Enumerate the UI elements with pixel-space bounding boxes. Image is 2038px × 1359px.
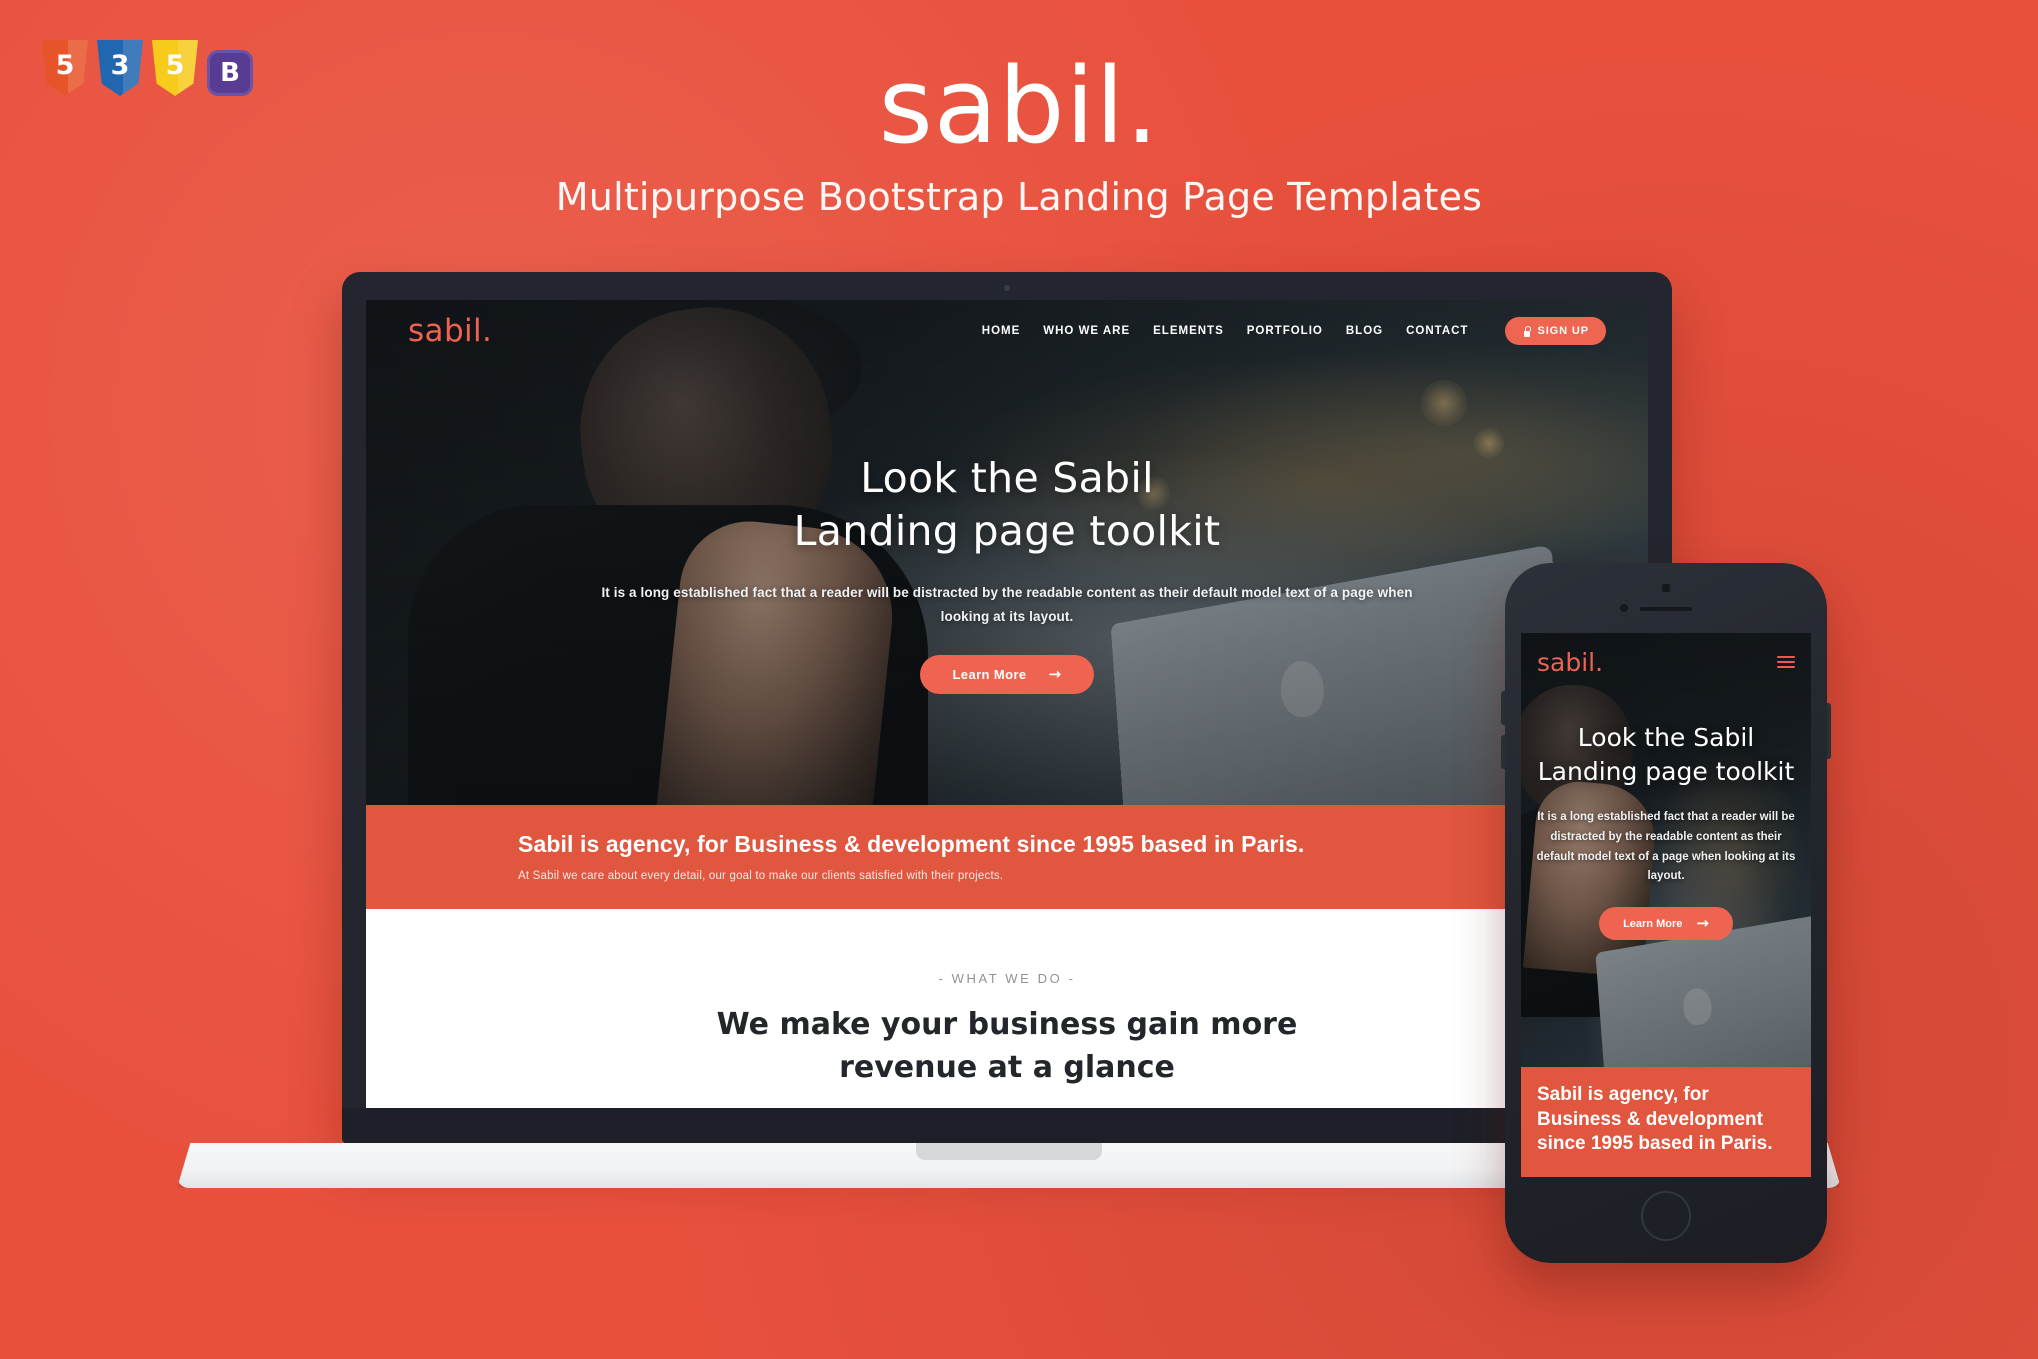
page-subtitle: Multipurpose Bootstrap Landing Page Temp… [555,175,1483,220]
hero-paragraph: It is a long established fact that a rea… [601,584,1413,624]
mobile-hero-heading-line1: Look the Sabil [1577,723,1755,752]
what-we-do-heading: We make your business gain more revenue … [366,1004,1648,1089]
laptop-base-notch [916,1143,1102,1160]
desktop-hero-copy: Look the Sabil Landing page toolkit It i… [366,452,1648,695]
arrow-right-icon: → [1048,665,1062,684]
phone-sensor-icon [1662,584,1670,592]
mobile-hero-section: sabil. Look the Sabil Landing page toolk… [1521,633,1811,1177]
mobile-hero-heading: Look the Sabil Landing page toolkit [1533,721,1799,788]
phone-home-button[interactable] [1641,1191,1691,1241]
mobile-band-title: Sabil is agency, for Business & developm… [1537,1083,1773,1155]
desktop-agency-band: Sabil is agency, for Business & developm… [366,805,1648,909]
phone-power-button[interactable] [1827,703,1831,759]
desktop-nav-links: HOME WHO WE ARE ELEMENTS PORTFOLIO BLOG … [982,317,1606,345]
site-logo[interactable]: sabil. [408,313,492,349]
page-title: sabil. [878,45,1160,167]
nav-item-portfolio[interactable]: PORTFOLIO [1247,325,1323,337]
page-header: sabil. Multipurpose Bootstrap Landing Pa… [0,45,2038,220]
hero-heading-line1: Look the Sabil [860,454,1154,502]
desktop-what-we-do-section: - WHAT WE DO - We make your business gai… [366,909,1648,1108]
mobile-site-logo[interactable]: sabil. [1537,648,1603,677]
phone-volume-down-button[interactable] [1501,735,1505,769]
band-subtitle: At Sabil we care about every detail, our… [518,870,1004,882]
phone-screen: sabil. Look the Sabil Landing page toolk… [1521,633,1811,1177]
phone-mockup: sabil. Look the Sabil Landing page toolk… [1501,563,1831,1263]
band-title: Sabil is agency, for Business & developm… [518,831,1305,857]
arrow-right-icon: → [1696,914,1709,933]
hero-heading: Look the Sabil Landing page toolkit [596,452,1418,559]
laptop-mockup: sabil. HOME WHO WE ARE ELEMENTS PORTFOLI… [177,272,1841,1188]
laptop-webcam-icon [1004,285,1010,291]
nav-item-blog[interactable]: BLOG [1346,325,1383,337]
what-we-do-eyebrow: - WHAT WE DO - [938,971,1076,986]
sign-up-button[interactable]: SIGN UP [1505,317,1606,345]
phone-volume-up-button[interactable] [1501,691,1505,725]
mobile-navbar: sabil. [1521,633,1811,691]
learn-more-button[interactable]: Learn More → [920,655,1094,695]
what-we-do-heading-line1: We make your business gain more [716,1007,1298,1042]
desktop-hero-section: sabil. HOME WHO WE ARE ELEMENTS PORTFOLI… [366,300,1648,805]
nav-item-who-we-are[interactable]: WHO WE ARE [1043,325,1130,337]
desktop-navbar: sabil. HOME WHO WE ARE ELEMENTS PORTFOLI… [366,300,1648,362]
mobile-agency-band: Sabil is agency, for Business & developm… [1521,1066,1811,1177]
hamburger-menu-icon[interactable] [1777,656,1795,668]
lock-icon [1522,326,1531,337]
mobile-learn-more-button[interactable]: Learn More → [1599,907,1733,941]
nav-item-elements[interactable]: ELEMENTS [1153,325,1224,337]
hamburger-bar [1777,656,1795,658]
hamburger-bar [1777,666,1795,668]
mobile-hero-heading-line2: Landing page toolkit [1537,756,1795,786]
what-we-do-heading-line2: revenue at a glance [839,1049,1175,1085]
nav-item-contact[interactable]: CONTACT [1406,325,1468,337]
sign-up-label: SIGN UP [1537,325,1589,337]
mobile-hero-paragraph: It is a long established fact that a rea… [1536,811,1796,883]
mobile-website: sabil. Look the Sabil Landing page toolk… [1521,633,1811,1177]
learn-more-label: Learn More [952,667,1027,683]
hero-heading-line2: Landing page toolkit [793,507,1221,556]
hamburger-bar [1777,661,1795,663]
mobile-hero-copy: Look the Sabil Landing page toolkit It i… [1521,721,1811,941]
mobile-learn-more-label: Learn More [1623,917,1683,930]
laptop-screen: sabil. HOME WHO WE ARE ELEMENTS PORTFOLI… [366,300,1648,1108]
nav-item-home[interactable]: HOME [982,325,1021,337]
laptop-bottom-bezel [342,1108,1672,1144]
desktop-website: sabil. HOME WHO WE ARE ELEMENTS PORTFOLI… [366,300,1648,1108]
